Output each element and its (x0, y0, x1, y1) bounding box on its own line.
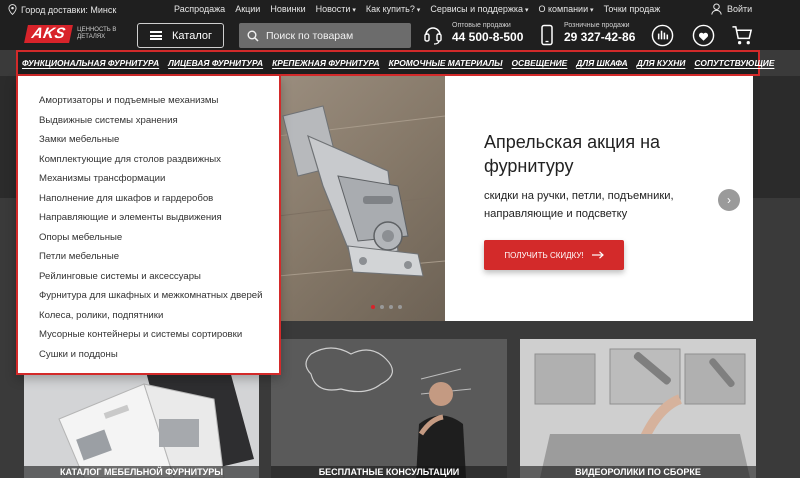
dropdown-item[interactable]: Петли мебельные (39, 247, 262, 267)
retail-label: Розничные продажи (564, 22, 630, 29)
compare-icon[interactable] (651, 24, 674, 47)
wholesale-phone[interactable]: Оптовые продажи 44 500-8-500 (452, 22, 523, 44)
chevron-right-icon: › (727, 193, 731, 207)
banner-title: Апрельская акция на фурнитуру (484, 132, 661, 176)
category-menu-item[interactable]: Функциональная фурнитура (22, 58, 159, 68)
dropdown-list: Амортизаторы и подъемные механизмы Выдвиж… (39, 91, 262, 364)
category-menu-item[interactable]: Сопутствующие (694, 58, 774, 68)
dropdown-item[interactable]: Замки мебельные (39, 130, 262, 150)
dropdown-item[interactable]: Механизмы трансформации (39, 169, 262, 189)
site-logo[interactable]: AKS ЦЕННОСТЬ В ДЕТАЛЯХ (24, 25, 117, 43)
support-headset-icon (424, 27, 442, 45)
delivery-city-label: Город доставки: Минск (21, 4, 117, 15)
slider-dot[interactable] (371, 305, 375, 309)
category-menu-item[interactable]: Освещение (512, 58, 568, 68)
menu-icon (150, 31, 162, 40)
catalog-card-caption: КАТАЛОГ МЕБЕЛЬНОЙ ФУРНИТУРЫ (24, 466, 259, 478)
user-icon (711, 3, 722, 15)
get-discount-label: ПОЛУЧИТЬ СКИДКУ! (504, 250, 584, 260)
login-label: Войти (727, 4, 753, 14)
slider-dot[interactable] (380, 305, 384, 309)
banner-hinge-image[interactable] (278, 76, 445, 321)
catalog-button[interactable]: Каталог (137, 23, 224, 48)
dropdown-item[interactable]: Колеса, ролики, подпятники (39, 306, 262, 326)
category-menu-item[interactable]: Кромочные материалы (389, 58, 503, 68)
retail-phone[interactable]: Розничные продажи 29 327-42-86 (564, 22, 635, 44)
top-nav-item[interactable]: О компании (538, 4, 593, 14)
top-nav-item[interactable]: Новинки (270, 4, 305, 14)
delivery-city[interactable]: Город доставки: Минск (8, 4, 116, 15)
category-dropdown: Амортизаторы и подъемные механизмы Выдвиж… (16, 76, 281, 375)
category-menu-item[interactable]: Лицевая фурнитура (168, 58, 263, 68)
top-navigation: Распродажа Акции Новинки Новости Как купить?… (174, 4, 660, 14)
slider-dots (371, 305, 402, 309)
video-card-caption: ВИДЕОРОЛИКИ ПО СБОРКЕ (520, 466, 756, 478)
dropdown-item[interactable]: Рейлинговые системы и аксессуары (39, 267, 262, 287)
category-menu: Функциональная фурнитура Лицевая фурнитур… (16, 50, 774, 76)
furniture-hinge-illustration (278, 105, 445, 277)
video-tutorials-image (520, 339, 756, 478)
dropdown-item[interactable]: Мусорные контейнеры и системы сортировки (39, 325, 262, 345)
dropdown-item[interactable]: Опоры мебельные (39, 228, 262, 248)
logo-mark: AKS (24, 25, 74, 43)
logo-tagline: ЦЕННОСТЬ В ДЕТАЛЯХ (77, 27, 117, 40)
dropdown-item[interactable]: Фурнитура для шкафных и межкомнатных две… (39, 286, 262, 306)
catalog-button-label: Каталог (172, 29, 212, 42)
dropdown-item[interactable]: Комплектующие для столов раздвижных (39, 150, 262, 170)
top-nav-item[interactable]: Точки продаж (604, 4, 661, 14)
wholesale-label: Оптовые продажи (452, 22, 511, 29)
top-nav-item[interactable]: Как купить? (366, 4, 420, 14)
wholesale-number: 44 500-8-500 (452, 30, 524, 44)
cart-icon[interactable] (731, 24, 754, 47)
category-menu-item[interactable]: Для кухни (637, 58, 686, 68)
top-bar: Город доставки: Минск Распродажа Акции Нов… (0, 0, 800, 20)
video-card[interactable]: ВИДЕОРОЛИКИ ПО СБОРКЕ (520, 339, 756, 478)
login-link[interactable]: Войти (711, 3, 752, 15)
retail-number: 29 327-42-86 (564, 30, 636, 44)
dropdown-item[interactable]: Наполнение для шкафов и гардеробов (39, 189, 262, 209)
search-input[interactable]: Поиск по товарам (239, 23, 411, 48)
get-discount-button[interactable]: ПОЛУЧИТЬ СКИДКУ! (484, 240, 624, 270)
category-menu-item[interactable]: Для шкафа (576, 58, 627, 68)
dropdown-item[interactable]: Сушки и поддоны (39, 345, 262, 365)
arrow-right-icon (591, 251, 604, 259)
search-placeholder: Поиск по товарам (266, 29, 354, 42)
mobile-phone-icon (541, 24, 553, 46)
search-icon (247, 30, 259, 42)
slider-next-button[interactable]: › (718, 189, 740, 211)
banner-subtitle: скидки на ручки, петли, подъемники, напр… (484, 190, 674, 220)
top-nav-item[interactable]: Новости (316, 4, 356, 14)
consultation-card-caption: БЕСПЛАТНЫЕ КОНСУЛЬТАЦИИ (271, 466, 507, 478)
category-menu-item[interactable]: Крепежная фурнитура (272, 58, 379, 68)
consultation-card[interactable]: БЕСПЛАТНЫЕ КОНСУЛЬТАЦИИ (271, 339, 507, 478)
dropdown-item[interactable]: Выдвижные системы хранения (39, 111, 262, 131)
consultation-image (271, 339, 507, 478)
dropdown-item[interactable]: Направляющие и элементы выдвижения (39, 208, 262, 228)
favorites-icon[interactable] (692, 24, 715, 47)
slider-dot[interactable] (398, 305, 402, 309)
slider-dot[interactable] (389, 305, 393, 309)
dropdown-item[interactable]: Амортизаторы и подъемные механизмы (39, 91, 262, 111)
top-nav-item[interactable]: Акции (235, 4, 260, 14)
top-nav-item[interactable]: Сервисы и поддержка (430, 4, 528, 14)
top-nav-item[interactable]: Распродажа (174, 4, 225, 14)
location-pin-icon (8, 4, 17, 15)
main-header: AKS ЦЕННОСТЬ В ДЕТАЛЯХ Каталог Поиск по … (0, 20, 800, 50)
